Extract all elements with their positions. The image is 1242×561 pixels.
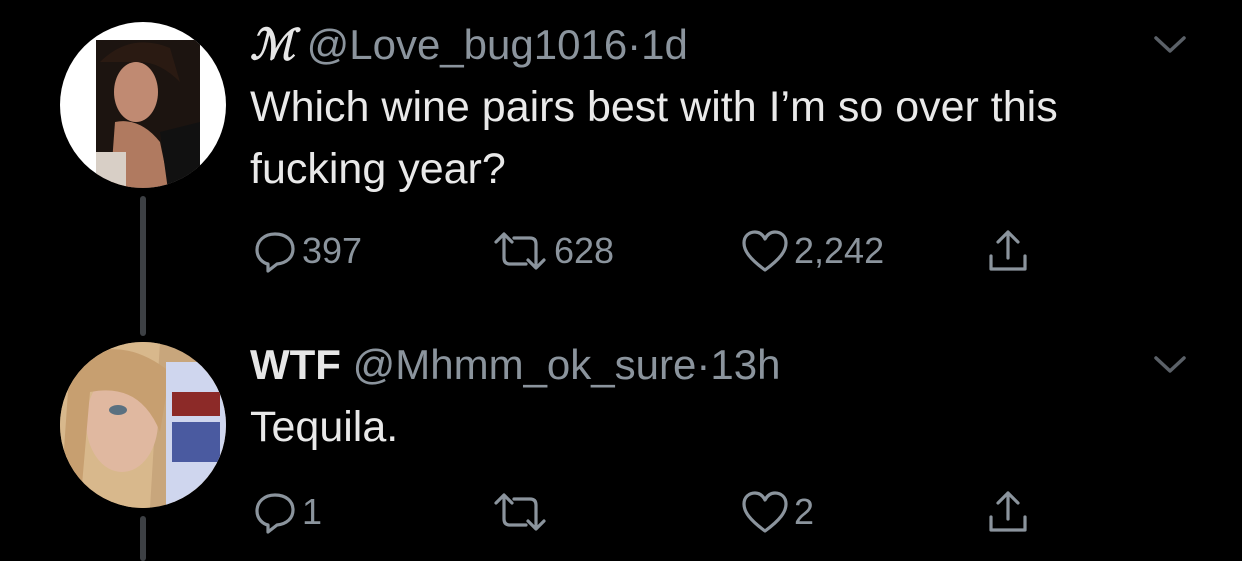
share-icon xyxy=(989,491,1027,532)
avatar-image-2 xyxy=(60,342,226,508)
retweet-button[interactable]: 628 xyxy=(490,226,614,276)
thread-line-bottom xyxy=(140,516,146,561)
reply-button[interactable]: 397 xyxy=(252,226,362,276)
like-button[interactable]: 2,242 xyxy=(740,226,884,276)
chevron-down-icon[interactable] xyxy=(1150,344,1190,384)
tweet-actions: 1 2 xyxy=(250,487,1242,537)
timestamp[interactable]: 1d xyxy=(641,21,688,68)
share-button[interactable] xyxy=(985,487,1031,537)
tweet-header: ℳ @Love_bug1016·1d xyxy=(250,20,1242,70)
display-name[interactable]: WTF xyxy=(250,341,341,388)
handle[interactable]: @Mhmm_ok_sure xyxy=(353,341,697,388)
tweet-header: WTF @Mhmm_ok_sure·13h xyxy=(250,340,1242,390)
timestamp[interactable]: 13h xyxy=(710,341,780,388)
tweet-2[interactable]: WTF @Mhmm_ok_sure·13h Tequila. xyxy=(250,340,1242,458)
share-button[interactable] xyxy=(985,226,1031,276)
like-count: 2,242 xyxy=(794,230,885,271)
retweet-icon xyxy=(494,493,546,531)
retweet-button[interactable] xyxy=(490,487,554,537)
like-button[interactable]: 2 xyxy=(740,487,814,537)
tweet-1[interactable]: ℳ @Love_bug1016·1d Which wine pairs best… xyxy=(250,20,1242,200)
like-count: 2 xyxy=(794,491,815,532)
share-icon xyxy=(989,230,1027,271)
reply-button[interactable]: 1 xyxy=(252,487,322,537)
reply-count: 397 xyxy=(302,230,363,271)
avatar[interactable] xyxy=(60,342,226,508)
reply-count: 1 xyxy=(302,491,323,532)
retweet-count: 628 xyxy=(554,230,615,271)
heart-icon xyxy=(742,491,788,533)
reply-icon xyxy=(255,232,295,273)
retweet-icon xyxy=(494,232,546,270)
avatar[interactable] xyxy=(60,22,226,188)
display-name[interactable]: ℳ xyxy=(250,20,295,69)
separator: · xyxy=(696,341,711,388)
avatar-image-1 xyxy=(60,22,226,188)
separator: · xyxy=(627,21,642,68)
chevron-down-icon[interactable] xyxy=(1150,24,1190,64)
reply-icon xyxy=(255,493,295,534)
tweet-actions: 397 628 2,242 xyxy=(250,226,1242,276)
heart-icon xyxy=(742,230,788,272)
tweet-text: Which wine pairs best with I’m so over t… xyxy=(250,83,1058,193)
tweet-text: Tequila. xyxy=(250,403,399,451)
handle[interactable]: @Love_bug1016 xyxy=(307,21,628,68)
thread-line-top xyxy=(140,196,146,336)
